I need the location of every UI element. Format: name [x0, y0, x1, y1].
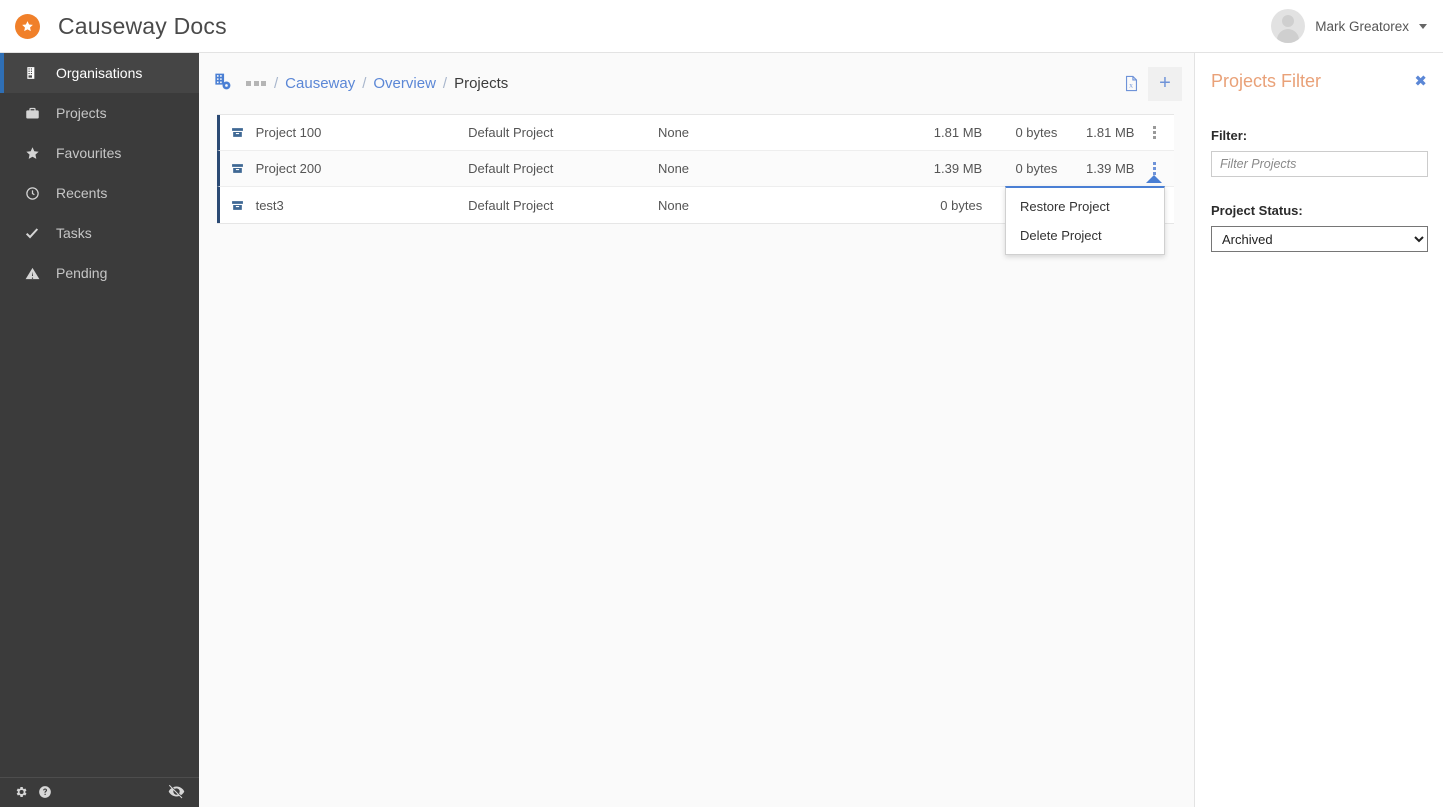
- sidebar-item-projects[interactable]: Projects: [0, 93, 199, 133]
- sidebar-item-favourites[interactable]: Favourites: [0, 133, 199, 173]
- clock-icon: [22, 186, 42, 201]
- row-size-sum: 1.39 MB: [1086, 161, 1135, 176]
- sidebar: Organisations Projects Favourites Recent…: [0, 53, 199, 807]
- breadcrumb-separator: /: [362, 75, 367, 92]
- warning-triangle-icon: [22, 266, 42, 281]
- sidebar-item-label: Organisations: [56, 65, 143, 81]
- filter-label: Filter:: [1211, 128, 1248, 143]
- close-icon[interactable]: ✖: [1414, 74, 1427, 89]
- row-size-versions: 0 bytes: [1015, 161, 1058, 176]
- star-icon: [22, 146, 42, 161]
- content-header: / Causeway / Overview / Projects X +: [199, 53, 1194, 114]
- archive-box-icon: [220, 162, 256, 175]
- projects-filter-panel: Projects Filter ✖ Filter: Project Status…: [1194, 53, 1443, 807]
- check-icon: [22, 225, 42, 241]
- app-title: Causeway Docs: [58, 12, 227, 39]
- row-project-type: Default Project: [468, 197, 554, 213]
- building-settings-icon[interactable]: [213, 72, 232, 95]
- filter-input[interactable]: [1211, 151, 1428, 177]
- sidebar-item-label: Projects: [56, 105, 107, 121]
- user-menu[interactable]: Mark Greatorex: [1271, 9, 1443, 43]
- sidebar-item-label: Tasks: [56, 225, 92, 241]
- project-status-label: Project Status:: [1211, 203, 1303, 218]
- row-size-total: 1.39 MB: [933, 161, 983, 176]
- brand[interactable]: Causeway Docs: [0, 13, 227, 40]
- breadcrumb-ellipsis-icon[interactable]: [246, 81, 266, 86]
- eye-slash-icon[interactable]: [168, 783, 185, 802]
- briefcase-icon: [22, 106, 42, 121]
- breadcrumb-item-causeway[interactable]: Causeway: [285, 75, 355, 92]
- sidebar-item-label: Recents: [56, 185, 108, 201]
- row-project-extra: None: [657, 197, 690, 213]
- breadcrumb-item-projects: Projects: [454, 75, 509, 92]
- vertical-dots-icon: [1152, 126, 1156, 139]
- row-context-menu: Restore Project Delete Project: [1005, 186, 1165, 255]
- table-row[interactable]: Project 100 Default Project None 1.81 MB…: [217, 115, 1174, 151]
- header-actions: X +: [1114, 66, 1182, 101]
- row-project-name: test3: [255, 197, 284, 213]
- table-row[interactable]: Project 200 Default Project None 1.39 MB…: [217, 151, 1174, 187]
- main-content: / Causeway / Overview / Projects X + Pro…: [199, 53, 1194, 807]
- breadcrumb-separator: /: [442, 75, 448, 92]
- export-excel-button[interactable]: X: [1114, 68, 1148, 100]
- sidebar-item-label: Favourites: [56, 145, 122, 161]
- row-project-name: Project 200: [255, 161, 322, 176]
- building-icon: [22, 66, 42, 80]
- filter-panel-header: Projects Filter ✖: [1211, 71, 1427, 92]
- breadcrumb-item-overview[interactable]: Overview: [373, 75, 436, 92]
- svg-text:X: X: [1129, 83, 1133, 89]
- row-project-type: Default Project: [468, 125, 554, 140]
- row-project-extra: None: [657, 161, 690, 176]
- row-project-extra: None: [657, 125, 690, 140]
- sidebar-item-organisations[interactable]: Organisations: [0, 53, 199, 93]
- breadcrumb-separator: /: [274, 75, 279, 92]
- sidebar-item-pending[interactable]: Pending: [0, 253, 199, 293]
- archive-box-icon: [220, 199, 256, 212]
- top-bar: Causeway Docs Mark Greatorex: [0, 0, 1443, 53]
- question-circle-icon[interactable]: [38, 785, 52, 801]
- user-name: Mark Greatorex: [1315, 18, 1409, 34]
- menu-item-restore-project[interactable]: Restore Project: [1006, 192, 1164, 221]
- archive-box-icon: [220, 126, 256, 139]
- menu-caret-icon: [1146, 175, 1163, 183]
- row-size-total: 0 bytes: [940, 197, 983, 213]
- gear-icon[interactable]: [14, 785, 28, 801]
- add-project-button[interactable]: +: [1148, 66, 1182, 101]
- row-size-versions: 0 bytes: [1015, 125, 1058, 140]
- row-size-total: 1.81 MB: [933, 125, 983, 140]
- project-status-select[interactable]: Archived: [1211, 226, 1428, 252]
- filter-panel-title: Projects Filter: [1211, 71, 1322, 91]
- star-badge-icon: [15, 13, 40, 39]
- row-menu-button[interactable]: [1134, 162, 1174, 183]
- row-project-name: Project 100: [255, 125, 322, 140]
- sidebar-footer: [0, 777, 199, 807]
- sidebar-item-label: Pending: [56, 265, 108, 281]
- vertical-dots-icon: [1152, 162, 1156, 175]
- menu-item-delete-project[interactable]: Delete Project: [1006, 221, 1164, 250]
- row-project-type: Default Project: [468, 161, 554, 176]
- chevron-down-icon: [1419, 23, 1427, 29]
- row-menu-button[interactable]: [1134, 126, 1174, 139]
- sidebar-item-tasks[interactable]: Tasks: [0, 213, 199, 253]
- avatar: [1271, 9, 1306, 43]
- breadcrumb: / Causeway / Overview / Projects: [246, 75, 508, 92]
- sidebar-item-recents[interactable]: Recents: [0, 173, 199, 213]
- row-size-sum: 1.81 MB: [1086, 125, 1135, 140]
